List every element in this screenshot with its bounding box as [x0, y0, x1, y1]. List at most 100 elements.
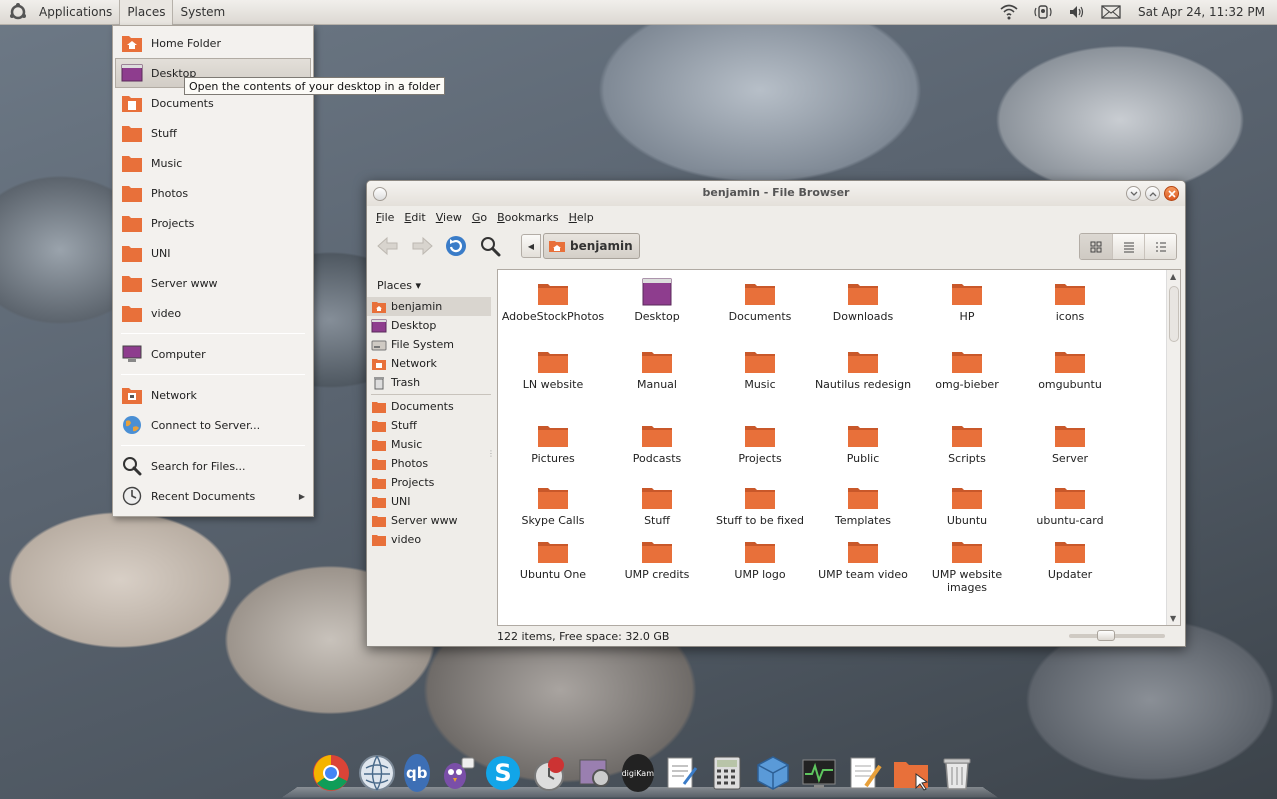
side-item-desktop[interactable]: Desktop	[367, 316, 491, 335]
file-item[interactable]: Nautilus redesign	[811, 346, 915, 391]
side-item-file-system[interactable]: File System	[367, 335, 491, 354]
path-crumb-benjamin[interactable]: benjamin	[543, 233, 640, 259]
menu-item-video[interactable]: video	[113, 298, 313, 328]
reload-icon[interactable]	[439, 231, 473, 261]
calculator-icon[interactable]	[708, 754, 746, 792]
path-scroll-left-button[interactable]: ◀	[521, 234, 541, 258]
applications-menu[interactable]: Applications	[32, 0, 119, 25]
file-item[interactable]: UMP logo	[708, 536, 812, 581]
zoom-slider-knob[interactable]	[1097, 630, 1115, 641]
screenshot-icon[interactable]	[576, 754, 614, 792]
menu-item-stuff[interactable]: Stuff	[113, 118, 313, 148]
menu-item-projects[interactable]: Projects	[113, 208, 313, 238]
volume-icon[interactable]	[1060, 0, 1094, 25]
side-pane-selector[interactable]: Places ▾	[367, 273, 491, 297]
file-item[interactable]: icons	[1018, 278, 1122, 323]
file-item[interactable]: Updater	[1018, 536, 1122, 581]
file-item[interactable]: Pictures	[501, 420, 605, 465]
close-button[interactable]	[1164, 186, 1179, 201]
scroll-down-icon[interactable]: ▼	[1170, 614, 1176, 623]
view-menu[interactable]: View	[431, 211, 467, 224]
places-menu[interactable]: Places	[119, 0, 174, 25]
pidgin-icon[interactable]	[438, 754, 476, 792]
file-item[interactable]: Podcasts	[605, 420, 709, 465]
side-bookmark-item[interactable]: Photos	[367, 454, 491, 473]
wifi-icon[interactable]	[992, 0, 1026, 25]
menu-item-home-folder[interactable]: Home Folder	[113, 28, 313, 58]
edit-menu[interactable]: Edit	[399, 211, 430, 224]
side-bookmark-item[interactable]: Server www	[367, 511, 491, 530]
menu-item-photos[interactable]: Photos	[113, 178, 313, 208]
trash-icon[interactable]	[938, 754, 976, 792]
file-item[interactable]: Templates	[811, 482, 915, 527]
side-bookmark-item[interactable]: Documents	[367, 397, 491, 416]
file-item[interactable]: Music	[708, 346, 812, 391]
file-item[interactable]: LN website	[501, 346, 605, 391]
file-item[interactable]: Skype Calls	[501, 482, 605, 527]
notes-icon[interactable]	[846, 754, 884, 792]
menu-item-server-www[interactable]: Server www	[113, 268, 313, 298]
clock-app-icon[interactable]	[530, 754, 568, 792]
file-item[interactable]: Server	[1018, 420, 1122, 465]
system-menu[interactable]: System	[173, 0, 232, 25]
file-item[interactable]: ubuntu-card	[1018, 482, 1122, 527]
file-item[interactable]: Ubuntu One	[501, 536, 605, 581]
menu-item-music[interactable]: Music	[113, 148, 313, 178]
menu-item-search-for-files[interactable]: Search for Files...	[113, 451, 313, 481]
menu-item-uni[interactable]: UNI	[113, 238, 313, 268]
menu-item-connect-to-server[interactable]: Connect to Server...	[113, 410, 313, 440]
file-item[interactable]: Documents	[708, 278, 812, 323]
go-menu[interactable]: Go	[467, 211, 492, 224]
menu-item-recent-documents[interactable]: Recent Documents ▶	[113, 481, 313, 511]
file-item[interactable]: Stuff	[605, 482, 709, 527]
virtualbox-icon[interactable]	[754, 754, 792, 792]
scroll-thumb[interactable]	[1169, 286, 1179, 342]
side-item-network[interactable]: Network	[367, 354, 491, 373]
menu-item-network[interactable]: Network	[113, 380, 313, 410]
network-globe-icon[interactable]	[358, 754, 396, 792]
zoom-slider[interactable]	[1069, 630, 1165, 641]
forward-button[interactable]	[405, 231, 439, 261]
system-monitor-icon[interactable]	[800, 754, 838, 792]
file-item[interactable]: omg-bieber	[915, 346, 1019, 391]
digikam-icon[interactable]: digiKam	[621, 754, 654, 792]
bookmarks-menu[interactable]: Bookmarks	[492, 211, 563, 224]
chrome-icon[interactable]	[312, 754, 350, 792]
file-item[interactable]: Downloads	[811, 278, 915, 323]
file-item[interactable]: Projects	[708, 420, 812, 465]
list-view-button[interactable]	[1112, 234, 1144, 259]
pane-resize-grip[interactable]: ⋮	[487, 449, 495, 459]
side-bookmark-item[interactable]: Projects	[367, 473, 491, 492]
icon-view-button[interactable]	[1080, 234, 1112, 259]
file-item[interactable]: UMP website images	[915, 536, 1019, 594]
file-item[interactable]: Manual	[605, 346, 709, 391]
file-item[interactable]: Desktop	[605, 278, 709, 323]
file-item[interactable]: UMP credits	[605, 536, 709, 581]
side-item-benjamin[interactable]: benjamin	[367, 297, 491, 316]
file-item[interactable]: Scripts	[915, 420, 1019, 465]
side-bookmark-item[interactable]: Stuff	[367, 416, 491, 435]
scroll-up-icon[interactable]: ▲	[1170, 272, 1176, 281]
file-item[interactable]: Ubuntu	[915, 482, 1019, 527]
file-item[interactable]: UMP team video	[811, 536, 915, 581]
side-bookmark-item[interactable]: Music	[367, 435, 491, 454]
clock[interactable]: Sat Apr 24, 11:32 PM	[1128, 5, 1277, 19]
side-bookmark-item[interactable]: video	[367, 530, 491, 549]
ubuntu-logo-icon[interactable]	[8, 2, 28, 22]
file-item[interactable]: HP	[915, 278, 1019, 323]
file-item[interactable]: Public	[811, 420, 915, 465]
file-item[interactable]: AdobeStockPhotos	[501, 278, 605, 323]
text-editor-icon[interactable]	[662, 754, 700, 792]
scrollbar[interactable]: ▲ ▼	[1166, 270, 1180, 625]
mail-icon[interactable]	[1094, 0, 1128, 25]
file-item[interactable]: omgubuntu	[1018, 346, 1122, 391]
help-menu[interactable]: Help	[564, 211, 599, 224]
side-item-trash[interactable]: Trash	[367, 373, 491, 392]
side-bookmark-item[interactable]: UNI	[367, 492, 491, 511]
file-item[interactable]: Stuff to be fixed	[708, 482, 812, 527]
file-manager-icon[interactable]	[892, 754, 930, 792]
indicator-icon[interactable]	[1026, 0, 1060, 25]
file-menu[interactable]: File	[371, 211, 399, 224]
maximize-button[interactable]	[1145, 186, 1160, 201]
title-bar[interactable]: benjamin - File Browser	[367, 181, 1185, 206]
